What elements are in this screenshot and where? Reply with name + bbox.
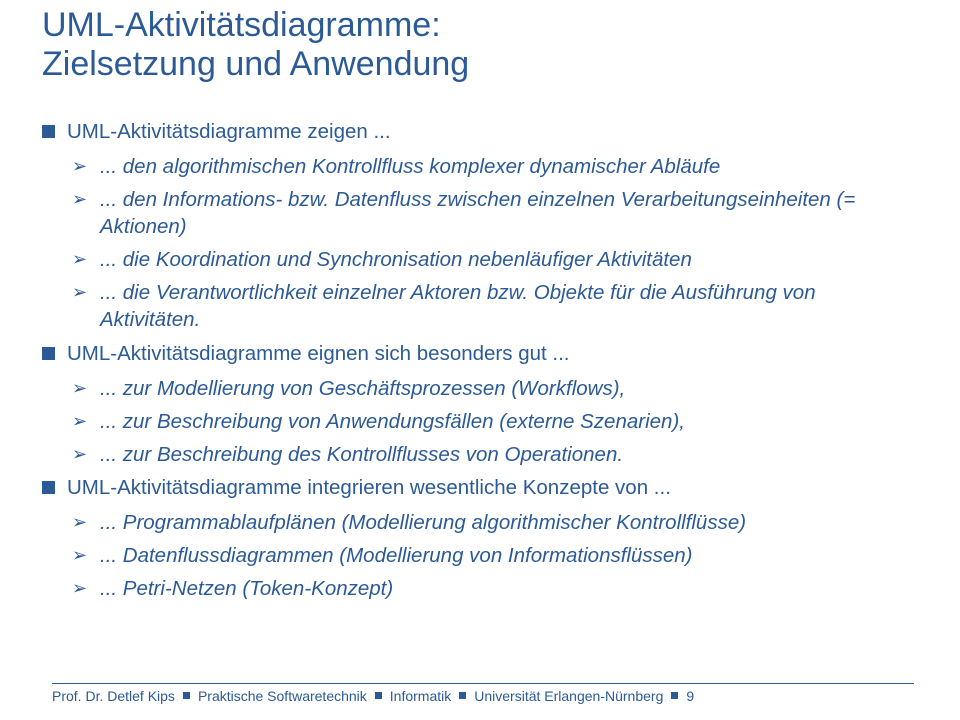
square-separator-icon bbox=[459, 692, 466, 699]
sub-item: ➢ ... Programmablaufplänen (Modellierung… bbox=[72, 509, 918, 536]
arrow-icon: ➢ bbox=[72, 155, 90, 179]
arrow-icon: ➢ bbox=[72, 443, 90, 467]
sub-item: ➢ ... den algorithmischen Kontrollfluss … bbox=[72, 153, 918, 180]
bullet-text: UML-Aktivitätsdiagramme integrieren wese… bbox=[67, 474, 918, 501]
square-separator-icon bbox=[671, 692, 678, 699]
bullet-item: UML-Aktivitätsdiagramme eignen sich beso… bbox=[42, 340, 918, 367]
sub-item: ➢ ... Datenflussdiagrammen (Modellierung… bbox=[72, 542, 918, 569]
sub-item-text: ... die Koordination und Synchronisation… bbox=[100, 246, 918, 273]
footer-course: Praktische Softwaretechnik bbox=[198, 688, 367, 704]
body: UML-Aktivitätsdiagramme zeigen ... ➢ ...… bbox=[42, 118, 918, 602]
footer-divider bbox=[52, 683, 914, 684]
bullet-text: UML-Aktivitätsdiagramme zeigen ... bbox=[67, 118, 918, 145]
square-bullet-icon bbox=[42, 347, 55, 360]
arrow-icon: ➢ bbox=[72, 188, 90, 212]
bullet-item: UML-Aktivitätsdiagramme integrieren wese… bbox=[42, 474, 918, 501]
sub-item: ➢ ... zur Beschreibung von Anwendungsfäl… bbox=[72, 408, 918, 435]
arrow-icon: ➢ bbox=[72, 281, 90, 305]
square-separator-icon bbox=[375, 692, 382, 699]
sub-item: ➢ ... den Informations- bzw. Datenfluss … bbox=[72, 186, 918, 240]
sub-item-text: ... die Verantwortlichkeit einzelner Akt… bbox=[100, 279, 918, 333]
square-separator-icon bbox=[183, 692, 190, 699]
sub-item-text: ... den algorithmischen Kontrollfluss ko… bbox=[100, 153, 918, 180]
arrow-icon: ➢ bbox=[72, 511, 90, 535]
sub-list: ➢ ... Programmablaufplänen (Modellierung… bbox=[72, 509, 918, 602]
footer-uni: Universität Erlangen-Nürnberg bbox=[474, 688, 663, 704]
sub-item: ➢ ... die Verantwortlichkeit einzelner A… bbox=[72, 279, 918, 333]
sub-item: ➢ ... zur Beschreibung des Kontrollfluss… bbox=[72, 441, 918, 468]
sub-item-text: ... Datenflussdiagrammen (Modellierung v… bbox=[100, 542, 918, 569]
sub-item: ➢ ... zur Modellierung von Geschäftsproz… bbox=[72, 375, 918, 402]
footer-page: 9 bbox=[686, 688, 694, 704]
sub-item-text: ... den Informations- bzw. Datenfluss zw… bbox=[100, 186, 918, 240]
sub-item-text: ... zur Modellierung von Geschäftsprozes… bbox=[100, 375, 918, 402]
sub-item: ➢ ... die Koordination und Synchronisati… bbox=[72, 246, 918, 273]
title-line-2: Zielsetzung und Anwendung bbox=[42, 45, 918, 84]
sub-item: ➢ ... Petri-Netzen (Token-Konzept) bbox=[72, 575, 918, 602]
footer-dept: Informatik bbox=[390, 688, 451, 704]
arrow-icon: ➢ bbox=[72, 377, 90, 401]
slide: UML-Aktivitätsdiagramme: Zielsetzung und… bbox=[0, 0, 960, 720]
square-bullet-icon bbox=[42, 125, 55, 138]
title-block: UML-Aktivitätsdiagramme: Zielsetzung und… bbox=[42, 0, 918, 84]
footer: Prof. Dr. Detlef Kips Praktische Softwar… bbox=[52, 683, 914, 704]
bullet-item: UML-Aktivitätsdiagramme zeigen ... bbox=[42, 118, 918, 145]
sub-item-text: ... Programmablaufplänen (Modellierung a… bbox=[100, 509, 918, 536]
arrow-icon: ➢ bbox=[72, 410, 90, 434]
sub-item-text: ... Petri-Netzen (Token-Konzept) bbox=[100, 575, 918, 602]
arrow-icon: ➢ bbox=[72, 248, 90, 272]
sub-list: ➢ ... zur Modellierung von Geschäftsproz… bbox=[72, 375, 918, 468]
arrow-icon: ➢ bbox=[72, 544, 90, 568]
bullet-text: UML-Aktivitätsdiagramme eignen sich beso… bbox=[67, 340, 918, 367]
title-line-1: UML-Aktivitätsdiagramme: bbox=[42, 6, 918, 45]
square-bullet-icon bbox=[42, 481, 55, 494]
arrow-icon: ➢ bbox=[72, 577, 90, 601]
sub-item-text: ... zur Beschreibung des Kontrollflusses… bbox=[100, 441, 918, 468]
sub-item-text: ... zur Beschreibung von Anwendungsfälle… bbox=[100, 408, 918, 435]
footer-author: Prof. Dr. Detlef Kips bbox=[52, 688, 175, 704]
sub-list: ➢ ... den algorithmischen Kontrollfluss … bbox=[72, 153, 918, 333]
footer-text: Prof. Dr. Detlef Kips Praktische Softwar… bbox=[52, 688, 914, 704]
